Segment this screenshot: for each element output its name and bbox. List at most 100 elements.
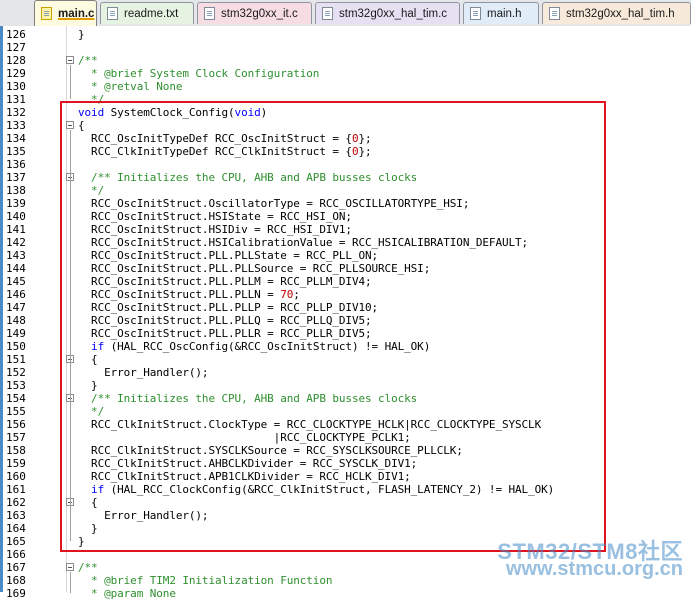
fold-toggle-icon[interactable] <box>66 563 74 571</box>
line-number: 151 <box>6 353 26 366</box>
code-line: 163 Error_Handler(); <box>0 509 691 522</box>
line-number: 138 <box>6 184 26 197</box>
line-number: 149 <box>6 327 26 340</box>
code-line: 150 if (HAL_RCC_OscConfig(&RCC_OscInitSt… <box>0 340 691 353</box>
code-text: { <box>78 496 98 509</box>
code-line: 169 * @param None <box>0 587 691 600</box>
tab-readme-txt[interactable]: readme.txt <box>100 2 194 24</box>
line-number: 150 <box>6 340 26 353</box>
line-number: 157 <box>6 431 26 444</box>
line-number: 152 <box>6 366 26 379</box>
code-text: void SystemClock_Config(void) <box>78 106 268 119</box>
line-number: 147 <box>6 301 26 314</box>
fold-guide <box>70 182 71 190</box>
code-line: 151 { <box>0 353 691 366</box>
line-number: 154 <box>6 392 26 405</box>
code-line: 138 */ <box>0 184 691 197</box>
code-line: 154 /** Initializes the CPU, AHB and APB… <box>0 392 691 405</box>
code-line: 134 RCC_OscInitTypeDef RCC_OscInitStruct… <box>0 132 691 145</box>
code-text: if (HAL_RCC_OscConfig(&RCC_OscInitStruct… <box>91 340 431 353</box>
code-line: 126} <box>0 28 691 41</box>
code-line: 156 RCC_ClkInitStruct.ClockType = RCC_CL… <box>0 418 691 431</box>
code-text: RCC_OscInitStruct.OscillatorType = RCC_O… <box>78 197 470 210</box>
line-number: 143 <box>6 249 26 262</box>
code-line: 148 RCC_OscInitStruct.PLL.PLLQ = RCC_PLL… <box>0 314 691 327</box>
line-number: 131 <box>6 93 26 106</box>
fold-guide <box>70 572 71 593</box>
line-number: 129 <box>6 67 26 80</box>
line-number: 158 <box>6 444 26 457</box>
line-number: 169 <box>6 587 26 600</box>
code-line: 144 RCC_OscInitStruct.PLL.PLLSource = RC… <box>0 262 691 275</box>
code-text: */ <box>78 405 105 418</box>
line-number: 161 <box>6 483 26 496</box>
line-number: 153 <box>6 379 26 392</box>
tab-label: stm32g0xx_hal_tim.c <box>339 7 448 20</box>
code-line: 162 { <box>0 496 691 509</box>
code-text: */ <box>78 184 105 197</box>
code-editor[interactable]: 126} 127 128 /** 129 * @brief System Clock C… <box>0 26 691 600</box>
code-line: 135 RCC_ClkInitTypeDef RCC_ClkInitStruct… <box>0 145 691 158</box>
code-text: RCC_OscInitStruct.PLL.PLLR = RCC_PLLR_DI… <box>78 327 372 340</box>
tab-stm32g0xx-hal-tim-c[interactable]: stm32g0xx_hal_tim.c <box>315 2 460 24</box>
code-line: 155 */ <box>0 405 691 418</box>
tab-stm32g0xx-it-c[interactable]: stm32g0xx_it.c <box>197 2 312 24</box>
tab-main-h[interactable]: main.h <box>463 2 539 24</box>
code-text: * @param None <box>78 587 176 600</box>
line-number: 135 <box>6 145 26 158</box>
fold-toggle-icon[interactable] <box>66 56 74 64</box>
code-text: RCC_ClkInitStruct.ClockType = RCC_CLOCKT… <box>78 418 542 431</box>
line-number: 146 <box>6 288 26 301</box>
code-line: 161 if (HAL_RCC_ClockConfig(&RCC_ClkInit… <box>0 483 691 496</box>
line-number: 165 <box>6 535 26 548</box>
editor-tab-bar: main.c readme.txt stm32g0xx_it.c stm32g0… <box>0 0 691 27</box>
code-text: RCC_ClkInitStruct.SYSCLKSource = RCC_SYS… <box>78 444 463 457</box>
code-line: 141 RCC_OscInitStruct.HSIDiv = RCC_HSI_D… <box>0 223 691 236</box>
code-text: RCC_ClkInitStruct.AHBCLKDivider = RCC_SY… <box>78 457 418 470</box>
c-file-icon <box>204 7 215 20</box>
fold-guide <box>70 403 71 411</box>
code-line: 129 * @brief System Clock Configuration <box>0 67 691 80</box>
code-text: |RCC_CLOCKTYPE_PCLK1; <box>78 431 411 444</box>
line-number: 166 <box>6 548 26 561</box>
code-line: 137 /** Initializes the CPU, AHB and APB… <box>0 171 691 184</box>
line-number: 137 <box>6 171 26 184</box>
tab-label: readme.txt <box>124 7 179 20</box>
code-text: RCC_OscInitStruct.PLL.PLLQ = RCC_PLLQ_DI… <box>78 314 372 327</box>
tab-stm32g0xx-hal-tim-h[interactable]: stm32g0xx_hal_tim.h <box>542 2 691 24</box>
code-text: RCC_OscInitStruct.PLL.PLLP = RCC_PLLP_DI… <box>78 301 379 314</box>
line-number: 127 <box>6 41 26 54</box>
fold-guide <box>70 65 71 99</box>
line-number: 136 <box>6 158 26 171</box>
code-line: 146 RCC_OscInitStruct.PLL.PLLN = 70; <box>0 288 691 301</box>
code-line: 133 { <box>0 119 691 132</box>
code-text: RCC_OscInitStruct.PLL.PLLN = 70; <box>78 288 300 301</box>
line-number: 163 <box>6 509 26 522</box>
line-number: 139 <box>6 197 26 210</box>
line-number: 144 <box>6 262 26 275</box>
code-text: RCC_OscInitStruct.PLL.PLLM = RCC_PLLM_DI… <box>78 275 372 288</box>
code-line: 153 } <box>0 379 691 392</box>
code-line: 158 RCC_ClkInitStruct.SYSCLKSource = RCC… <box>0 444 691 457</box>
code-text: RCC_OscInitStruct.HSIDiv = RCC_HSI_DIV1; <box>78 223 352 236</box>
code-line: 159 RCC_ClkInitStruct.AHBCLKDivider = RC… <box>0 457 691 470</box>
c-file-icon <box>41 7 52 20</box>
fold-toggle-icon[interactable] <box>66 121 74 129</box>
tab-label: stm32g0xx_hal_tim.h <box>566 7 675 20</box>
code-text: /** <box>78 54 98 67</box>
fold-guide <box>70 364 71 385</box>
code-text: RCC_OscInitStruct.PLL.PLLState = RCC_PLL… <box>78 249 379 262</box>
code-line: 147 RCC_OscInitStruct.PLL.PLLP = RCC_PLL… <box>0 301 691 314</box>
watermark-url: www.stmcu.org.cn <box>505 558 683 580</box>
code-text: RCC_ClkInitTypeDef RCC_ClkInitStruct = {… <box>78 145 372 158</box>
line-number: 128 <box>6 54 26 67</box>
line-number: 141 <box>6 223 26 236</box>
code-text: RCC_OscInitStruct.PLL.PLLSource = RCC_PL… <box>78 262 431 275</box>
tab-label: stm32g0xx_it.c <box>221 7 298 20</box>
tab-main-c[interactable]: main.c <box>34 0 97 26</box>
line-number: 145 <box>6 275 26 288</box>
line-number: 142 <box>6 236 26 249</box>
code-text: RCC_OscInitStruct.HSICalibrationValue = … <box>78 236 529 249</box>
code-line: 152 Error_Handler(); <box>0 366 691 379</box>
line-number: 134 <box>6 132 26 145</box>
